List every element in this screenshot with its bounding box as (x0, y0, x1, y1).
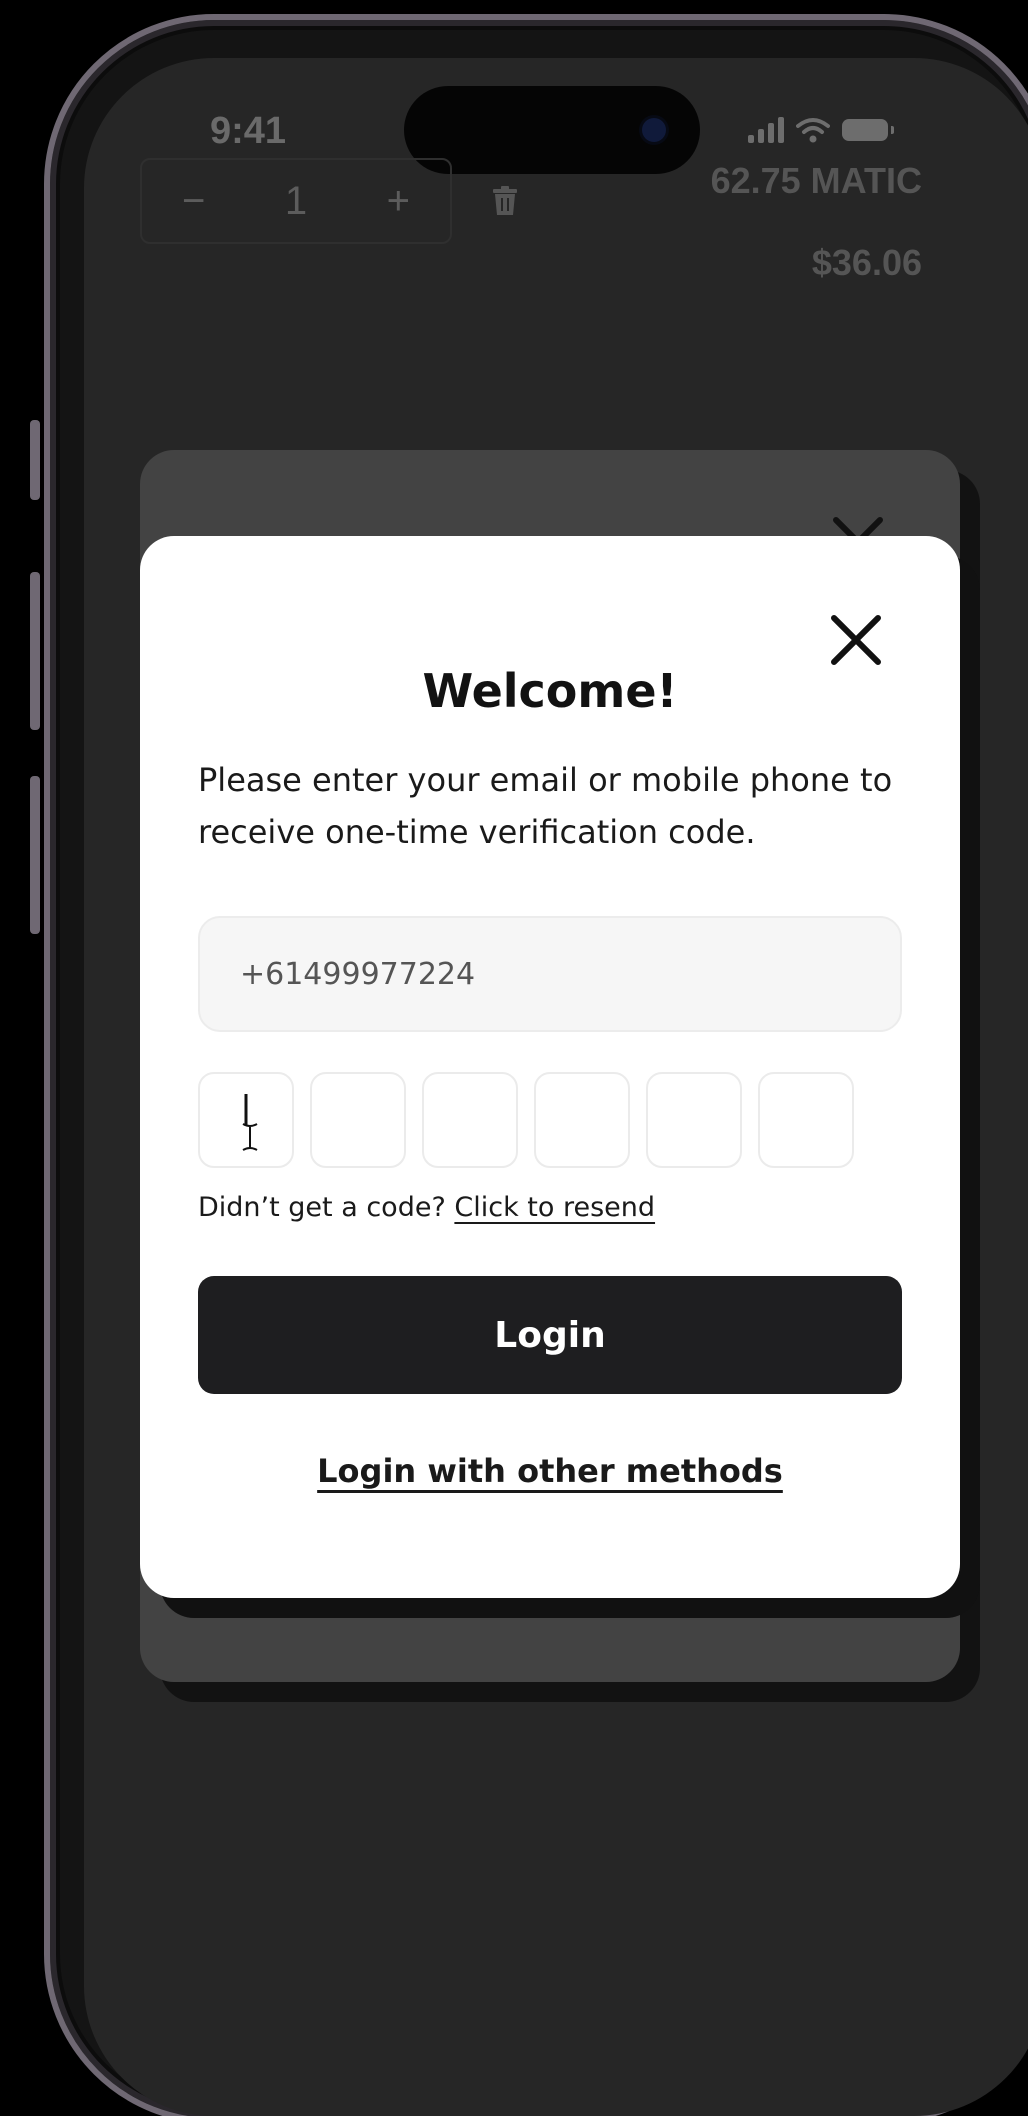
otp-digit-4[interactable] (534, 1072, 630, 1168)
otp-digit-5[interactable] (646, 1072, 742, 1168)
phone-input[interactable] (198, 916, 902, 1032)
login-button[interactable]: Login (198, 1276, 902, 1394)
text-cursor-icon (242, 1094, 258, 1151)
status-icons (748, 110, 894, 150)
resend-line: Didn’t get a code? Click to resend (198, 1192, 655, 1223)
status-time: 9:41 (210, 110, 287, 152)
trash-icon[interactable] (492, 186, 518, 216)
quantity-value: 1 (284, 178, 308, 223)
volume-down-button (30, 776, 40, 934)
otp-digit-3[interactable] (422, 1072, 518, 1168)
close-icon (831, 615, 881, 665)
camera-icon (642, 118, 666, 142)
price-usd: $36.06 (811, 242, 922, 283)
otp-digit-6[interactable] (758, 1072, 854, 1168)
increment-button[interactable]: + (387, 179, 410, 224)
otp-code-row (198, 1072, 854, 1168)
quantity-stepper[interactable]: − 1 + (140, 158, 452, 244)
mute-switch (30, 420, 40, 500)
volume-up-button (30, 572, 40, 730)
otp-digit-2[interactable] (310, 1072, 406, 1168)
wifi-icon (796, 118, 830, 143)
resend-link[interactable]: Click to resend (454, 1192, 655, 1223)
price-matic: 62.75 MATIC (710, 160, 922, 201)
other-methods-link[interactable]: Login with other methods (140, 1452, 960, 1490)
battery-icon (842, 119, 894, 141)
decrement-button[interactable]: − (182, 179, 205, 224)
modal-title: Welcome! (422, 664, 678, 718)
modal-description: Please enter your email or mobile phone … (198, 761, 893, 851)
app-stage: 9:41 − 1 + 62.75 MATIC $36.06 Welcome! P… (0, 0, 1028, 2116)
resend-prompt: Didn’t get a code? (198, 1192, 446, 1223)
signal-icon (748, 117, 784, 143)
